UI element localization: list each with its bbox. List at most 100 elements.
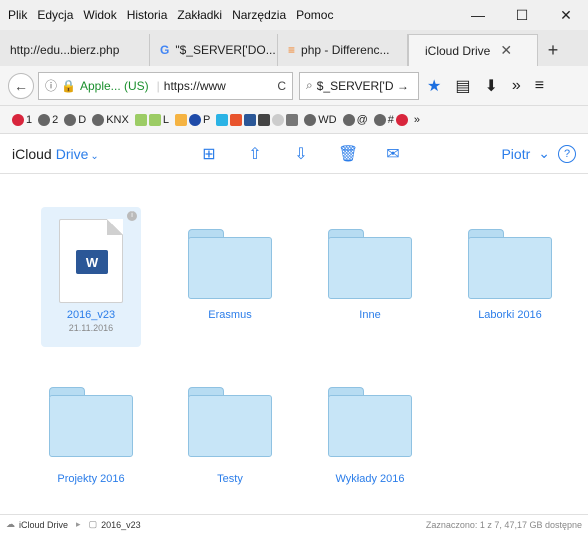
search-bar[interactable]: ⌕ $_SERVER['D →: [299, 71, 419, 100]
status-bar: ☁ iCloud Drive ▸ ▢ 2016_v23 Zaznaczono: …: [0, 514, 588, 534]
app-title-prefix: iCloud: [12, 145, 52, 162]
bookmark-hash[interactable]: #: [373, 113, 408, 126]
mail-icon[interactable]: ✉: [384, 144, 402, 164]
leaf-icon: [148, 113, 161, 126]
tab-icloud[interactable]: iCloud Drive ✕: [408, 34, 538, 66]
file-name: 2016_v23: [66, 309, 116, 321]
bookmark-at[interactable]: @: [342, 113, 368, 126]
menu-tools[interactable]: Narzędzia: [232, 8, 286, 22]
document-icon: W: [59, 219, 123, 303]
chevron-down-icon: ⌄: [538, 145, 550, 161]
bookmark-star-icon[interactable]: ★: [427, 76, 441, 96]
bookmark-label: L: [162, 113, 169, 126]
url-bar[interactable]: ⓘ 🔒 Apple... (US) | https://www C: [38, 71, 293, 100]
folder-name: Erasmus: [208, 309, 252, 321]
library-icon[interactable]: ▤: [455, 76, 470, 96]
download-cloud-icon[interactable]: ⇩: [292, 144, 310, 164]
folder-icon: [328, 387, 412, 457]
diamond-icon: [188, 113, 201, 126]
bookmark-p[interactable]: P: [174, 113, 210, 126]
file-item[interactable]: i W 2016_v23 21.11.2016: [41, 207, 141, 347]
folder-item[interactable]: Erasmus: [180, 207, 280, 347]
file-date: 21.11.2016: [68, 323, 114, 333]
folder-item[interactable]: Testy: [180, 365, 280, 505]
bookmark-wd[interactable]: WD: [304, 113, 337, 126]
app-icon: [244, 113, 257, 126]
bookmarks-overflow-icon[interactable]: »: [414, 114, 420, 126]
bookmark-label: #: [387, 113, 394, 126]
selection-status: Zaznaczono: 1 z 7, 47,17 GB dostępne: [425, 519, 582, 530]
minimize-button[interactable]: —: [456, 0, 500, 30]
app-icon: [258, 113, 271, 126]
new-folder-icon[interactable]: ⊞: [200, 144, 218, 164]
menu-edit[interactable]: Edycja: [37, 8, 73, 22]
app-icon: [216, 113, 229, 126]
upload-icon[interactable]: ⇧: [246, 144, 264, 164]
bookmarks-bar: 1 2 D KNX L P WD @ # »: [0, 106, 588, 134]
tab-label: php - Differenc...: [301, 43, 390, 57]
folder-item[interactable]: Projekty 2016: [41, 365, 141, 505]
overflow-icon[interactable]: »: [512, 77, 521, 95]
maximize-button[interactable]: ☐: [500, 0, 544, 30]
site-identity[interactable]: Apple... (US): [80, 79, 149, 93]
tab-stackoverflow[interactable]: ≡ php - Differenc...: [278, 34, 408, 66]
folder-name: Projekty 2016: [57, 473, 125, 485]
help-icon[interactable]: ?: [558, 144, 576, 163]
info-icon[interactable]: i: [127, 211, 137, 221]
breadcrumb-root[interactable]: iCloud Drive: [19, 520, 68, 530]
bookmark-label: D: [78, 113, 87, 126]
bookmark-l[interactable]: L: [134, 113, 169, 126]
window-controls: — ☐ ✕: [456, 0, 588, 30]
reload-button[interactable]: C: [277, 79, 286, 93]
tab-label: http://edu...bierz.php: [10, 43, 120, 57]
download-icon[interactable]: ⬇: [484, 76, 497, 96]
menu-bookmarks[interactable]: Zakładki: [177, 8, 222, 22]
bookmark-label: 2: [52, 113, 59, 126]
folder-item[interactable]: Laborki 2016: [460, 207, 560, 347]
url-text: https://www: [163, 78, 226, 93]
globe-icon: [304, 113, 317, 126]
tab-google[interactable]: G "$_SERVER['DO...: [150, 34, 278, 66]
lock-icon: 🔒: [61, 78, 76, 93]
nav-icons: ★ ▤ ⬇ » ≡: [427, 76, 544, 96]
breadcrumb: ☁ iCloud Drive ▸ ▢ 2016_v23: [6, 519, 141, 530]
leaf-icon: [134, 113, 147, 126]
close-window-button[interactable]: ✕: [544, 0, 588, 30]
app-title[interactable]: iCloud Drive ⌄: [0, 146, 99, 162]
word-icon: W: [76, 250, 108, 274]
bookmark-label: WD: [318, 113, 337, 126]
app-icon: [286, 113, 299, 126]
hamburger-menu-icon[interactable]: ≡: [535, 77, 544, 95]
globe-icon: [342, 113, 355, 126]
toolbar-actions: ⊞ ⇧ ⇩ 🗑 ✉: [200, 144, 402, 164]
tab-strip: http://edu...bierz.php G "$_SERVER['DO..…: [0, 30, 588, 66]
menu-history[interactable]: Historia: [127, 8, 168, 22]
app-icon: [395, 113, 408, 126]
menu-bar: Plik Edycja Widok Historia Zakładki Narz…: [0, 0, 588, 30]
tab-edu[interactable]: http://edu...bierz.php: [0, 34, 150, 66]
new-tab-button[interactable]: +: [538, 34, 568, 66]
menu-file[interactable]: Plik: [8, 8, 27, 22]
folder-item[interactable]: Wykłady 2016: [320, 365, 420, 505]
bookmark-knx[interactable]: KNX: [92, 113, 129, 126]
folder-item[interactable]: Inne: [320, 207, 420, 347]
tab-label: iCloud Drive: [425, 43, 491, 58]
app-icon: [230, 113, 243, 126]
breadcrumb-file[interactable]: 2016_v23: [101, 520, 141, 530]
bookmark-2[interactable]: 2: [38, 113, 59, 126]
menu-view[interactable]: Widok: [83, 8, 116, 22]
tab-label: "$_SERVER['DO...: [175, 43, 276, 57]
tab-close-icon[interactable]: ✕: [500, 42, 512, 59]
back-button[interactable]: ←: [8, 72, 34, 99]
user-name: Piotr: [501, 145, 531, 162]
chevron-down-icon: ⌄: [90, 150, 99, 162]
menu-help[interactable]: Pomoc: [296, 8, 333, 22]
bookmark-tools[interactable]: [216, 113, 299, 126]
user-menu[interactable]: Piotr ⌄ ?: [501, 144, 576, 163]
globe-icon: [12, 113, 24, 126]
cloud-icon: ☁: [6, 519, 15, 529]
info-icon[interactable]: ⓘ: [45, 77, 57, 94]
bookmark-d[interactable]: D: [64, 113, 87, 126]
trash-icon[interactable]: 🗑: [338, 144, 358, 164]
bookmark-1[interactable]: 1: [12, 113, 32, 126]
